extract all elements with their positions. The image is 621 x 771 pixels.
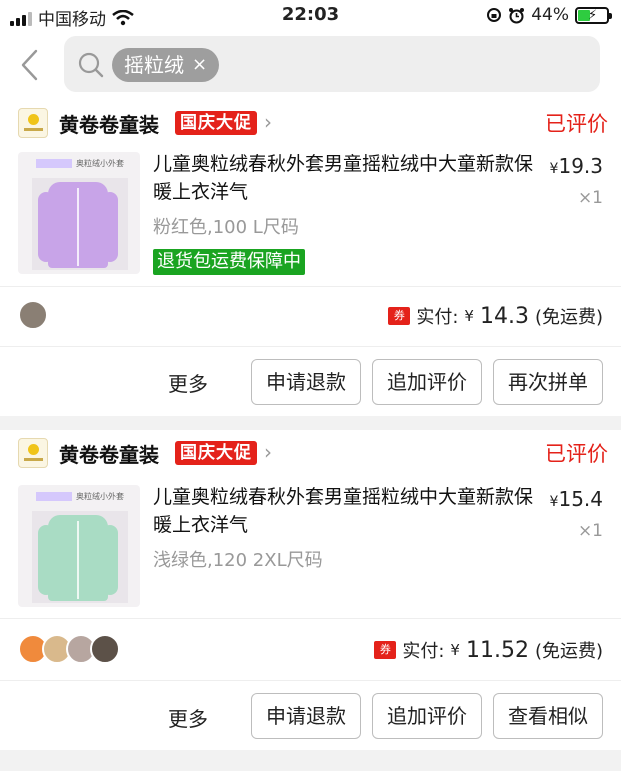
coupon-icon: 券	[388, 307, 411, 325]
battery-percent: 44%	[531, 5, 569, 25]
more-button[interactable]: 更多	[168, 703, 208, 732]
status-right: 44% ⚡	[486, 5, 612, 25]
rotation-lock-icon	[487, 8, 502, 22]
search-input[interactable]: 摇粒绒 ×	[64, 36, 600, 92]
buyer-avatars	[18, 634, 120, 666]
search-tag[interactable]: 摇粒绒 ×	[112, 48, 220, 82]
shop-name[interactable]: 黄卷卷童装	[59, 109, 159, 138]
request-refund-button[interactable]: 申请退款	[251, 359, 361, 405]
product-spec: 粉红色,100 L尺码	[153, 217, 299, 238]
shop-row[interactable]: 黄卷卷童装 国庆大促 › 已评价	[18, 438, 608, 472]
order-card: 黄卷卷童装 国庆大促 › 已评价 奥粒绒小外套 儿童奥粒绒春秋外套男童摇粒绒中大…	[0, 430, 621, 750]
product-title[interactable]: 儿童奥粒绒春秋外套男童摇粒绒中大童新款保暖上衣洋气	[153, 483, 533, 539]
product-title[interactable]: 儿童奥粒绒春秋外套男童摇粒绒中大童新款保暖上衣洋气	[153, 150, 533, 206]
product-quantity: ×1	[577, 188, 603, 208]
order-card: 黄卷卷童装 国庆大促 › 已评价 奥粒绒小外套 儿童奥粒绒春秋外套男童摇粒绒中大…	[0, 100, 621, 416]
promo-badge: 国庆大促	[175, 111, 257, 135]
freight-insurance-badge: 退货包运费保障中	[153, 249, 305, 275]
promo-badge: 国庆大促	[175, 441, 257, 465]
search-icon	[78, 52, 104, 78]
shipping-note: (免运费)	[534, 307, 603, 328]
chevron-right-icon: ›	[264, 110, 272, 134]
product-spec: 浅绿色,120 2XL尺码	[153, 550, 323, 571]
paid-summary: 券 实付: ¥11.52 (免运费)	[374, 637, 603, 663]
product-thumbnail[interactable]: 奥粒绒小外套	[18, 152, 140, 274]
view-similar-button[interactable]: 查看相似	[493, 693, 603, 739]
search-tag-label: 摇粒绒	[124, 53, 184, 77]
reorder-button[interactable]: 再次拼单	[493, 359, 603, 405]
shop-logo	[18, 438, 48, 468]
order-status: 已评价	[545, 112, 608, 136]
tag-close-icon[interactable]: ×	[192, 48, 207, 82]
divider	[0, 346, 621, 347]
shipping-note: (免运费)	[534, 641, 603, 662]
divider	[0, 286, 621, 287]
product-quantity: ×1	[577, 521, 603, 541]
avatar	[18, 300, 48, 330]
product-price: ¥15.4	[549, 487, 603, 511]
shop-row[interactable]: 黄卷卷童装 国庆大促 › 已评价	[18, 108, 608, 142]
product-thumbnail[interactable]: 奥粒绒小外套	[18, 485, 140, 607]
chevron-right-icon: ›	[264, 440, 272, 464]
alarm-icon	[509, 7, 525, 23]
buyer-avatars	[18, 300, 48, 332]
shop-logo	[18, 108, 48, 138]
divider	[0, 680, 621, 681]
search-header: 摇粒绒 ×	[0, 32, 621, 100]
divider	[0, 618, 621, 619]
paid-amount: 14.3	[479, 303, 529, 329]
product-price: ¥19.3	[549, 154, 603, 178]
coupon-icon: 券	[374, 641, 397, 659]
back-chevron-icon[interactable]	[18, 48, 42, 82]
paid-amount: 11.52	[465, 637, 529, 663]
order-status: 已评价	[545, 442, 608, 466]
add-review-button[interactable]: 追加评价	[372, 359, 482, 405]
battery-icon: ⚡	[575, 6, 612, 24]
add-review-button[interactable]: 追加评价	[372, 693, 482, 739]
avatar	[90, 634, 120, 664]
more-button[interactable]: 更多	[168, 368, 208, 397]
status-bar: 中国移动 22:03 44% ⚡	[0, 0, 621, 32]
shop-name[interactable]: 黄卷卷童装	[59, 439, 159, 468]
paid-summary: 券 实付: ¥14.3 (免运费)	[388, 303, 603, 329]
request-refund-button[interactable]: 申请退款	[251, 693, 361, 739]
